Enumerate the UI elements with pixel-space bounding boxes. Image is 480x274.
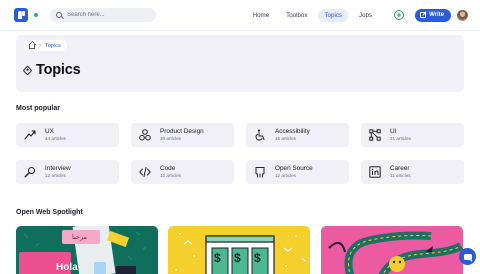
chevron-right-icon: › [39, 42, 41, 49]
code-icon [138, 166, 151, 179]
status-dot-icon [34, 13, 38, 17]
topic-count: 12 articles [45, 173, 66, 178]
topic-count: 30 articles [160, 136, 181, 141]
nav-links: Home Toolbox Topics Jobs Write [242, 8, 468, 22]
greeting-arabic: مرحبا [72, 233, 88, 241]
page-title: Topics [36, 62, 81, 78]
microphone-icon [23, 166, 36, 179]
home-icon[interactable] [29, 44, 35, 49]
greeting-hola: Hola [56, 262, 78, 273]
page-header: › Topics Topics [16, 35, 464, 92]
topic-card-ui[interactable]: UI 21 articles [361, 123, 464, 147]
search-input[interactable] [67, 12, 155, 18]
write-button[interactable]: Write [415, 8, 451, 22]
nav-link-home[interactable]: Home [247, 9, 276, 22]
dollar-symbol: $ [254, 251, 261, 265]
topic-name: Product Design [160, 128, 204, 135]
topic-count: 12 articles [160, 173, 181, 178]
nav-link-jobs[interactable]: Jobs [353, 9, 378, 22]
topic-count: 12 articles [275, 173, 296, 178]
spotlight-illustration-roads [328, 231, 463, 274]
spotlight-illustration-money [175, 233, 306, 274]
spotlight-card[interactable] [321, 226, 463, 274]
shapes-icon [138, 129, 151, 142]
add-icon[interactable] [394, 10, 405, 20]
topic-card-ux[interactable]: UX 44 articles [16, 123, 119, 147]
spotlight-card[interactable]: $ $ $ [168, 226, 310, 274]
top-nav: Home Toolbox Topics Jobs Write [0, 0, 480, 31]
topic-card-code[interactable]: Code 12 articles [131, 160, 234, 184]
write-button-label: Write [429, 12, 444, 18]
topic-card-career[interactable]: Career 11 articles [361, 160, 464, 184]
topic-card-accessibility[interactable]: Accessibility 15 articles [246, 123, 349, 147]
topic-name: UX [45, 128, 54, 135]
page-title-row: Topics [22, 62, 81, 78]
linkedin-icon [368, 166, 381, 179]
spotlight-heading: Open Web Spotlight [16, 209, 83, 216]
topic-card-open-source[interactable]: Open Source 12 articles [246, 160, 349, 184]
topic-name: Open Source [275, 165, 313, 172]
topic-name: Interview [45, 165, 71, 172]
search-icon [56, 12, 62, 18]
edit-icon [420, 12, 427, 18]
search-box[interactable] [50, 8, 156, 22]
topic-count: 15 articles [275, 136, 296, 141]
topic-name: Code [160, 165, 176, 172]
avatar[interactable] [457, 9, 468, 21]
tag-icon [22, 65, 33, 75]
breadcrumb: › Topics [24, 40, 67, 51]
wheelchair-icon [253, 129, 266, 142]
nav-link-topics[interactable]: Topics [318, 8, 349, 22]
topic-count: 21 articles [390, 136, 411, 141]
spotlight-card[interactable]: مرحبا Hola [16, 226, 158, 274]
most-popular-heading: Most popular [16, 105, 60, 112]
topic-card-interview[interactable]: Interview 12 articles [16, 160, 119, 184]
dollar-symbol: $ [234, 251, 241, 265]
trend-arrow-icon [23, 129, 36, 142]
topic-count: 44 articles [45, 136, 66, 141]
logo-icon[interactable] [14, 8, 28, 22]
chat-icon [463, 253, 472, 262]
breadcrumb-current[interactable]: Topics [45, 43, 61, 49]
chat-button[interactable] [459, 248, 476, 265]
topic-count: 11 articles [390, 173, 411, 178]
nav-link-toolbox[interactable]: Toolbox [280, 9, 313, 22]
topic-name: Career [390, 165, 410, 172]
topics-grid: UX 44 articles Product Design 30 articles … [16, 123, 464, 184]
topic-name: Accessibility [275, 128, 310, 135]
nodes-icon [368, 129, 381, 142]
dollar-symbol: $ [214, 251, 221, 265]
open-source-icon [253, 166, 266, 179]
topic-name: UI [390, 128, 397, 135]
topic-card-product-design[interactable]: Product Design 30 articles [131, 123, 234, 147]
